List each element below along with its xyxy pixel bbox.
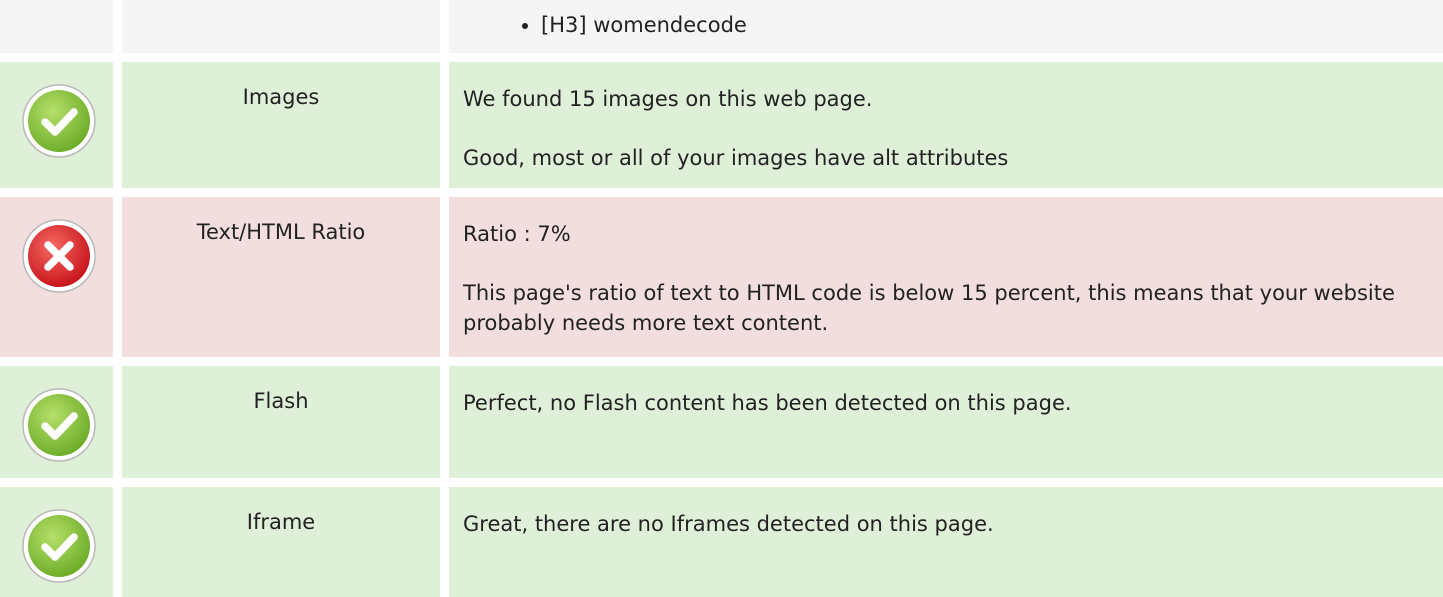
heading-item: [H3] womendecode — [541, 10, 1429, 40]
check-description: Ratio : 7% This page's ratio of text to … — [449, 197, 1443, 357]
check-icon — [22, 84, 96, 158]
description-line: This page's ratio of text to HTML code i… — [463, 281, 1395, 335]
check-description: Great, there are no Iframes detected on … — [449, 487, 1443, 597]
headings-list: [H3] womendecode — [463, 10, 1429, 40]
check-description: Perfect, no Flash content has been detec… — [449, 366, 1443, 478]
check-name: Iframe — [122, 487, 440, 597]
check-name: Flash — [122, 366, 440, 478]
check-name: Text/HTML Ratio — [122, 197, 440, 357]
seo-report: [H3] womendecode Images We found 15 imag… — [0, 0, 1443, 597]
status-icon-cell — [0, 366, 113, 478]
headings-desc-cell: [H3] womendecode — [449, 0, 1443, 53]
description-line: Great, there are no Iframes detected on … — [463, 512, 994, 536]
cross-icon — [22, 219, 96, 293]
description-line: Good, most or all of your images have al… — [463, 146, 1009, 170]
check-icon — [22, 388, 96, 462]
status-icon-cell — [0, 487, 113, 597]
check-name: Images — [122, 62, 440, 188]
description-line: Perfect, no Flash content has been detec… — [463, 391, 1072, 415]
check-description: We found 15 images on this web page. Goo… — [449, 62, 1443, 188]
status-icon-cell — [0, 62, 113, 188]
check-icon — [22, 509, 96, 583]
description-line: Ratio : 7% — [463, 222, 571, 246]
headings-name-cell — [122, 0, 440, 53]
description-line: We found 15 images on this web page. — [463, 87, 873, 111]
check-row-iframe: Iframe Great, there are no Iframes detec… — [0, 487, 1443, 597]
check-row-images: Images We found 15 images on this web pa… — [0, 62, 1443, 188]
check-row-flash: Flash Perfect, no Flash content has been… — [0, 366, 1443, 478]
headings-row: [H3] womendecode — [0, 0, 1443, 53]
status-icon-cell — [0, 197, 113, 357]
headings-icon-cell — [0, 0, 113, 53]
check-row-text-html-ratio: Text/HTML Ratio Ratio : 7% This page's r… — [0, 197, 1443, 357]
